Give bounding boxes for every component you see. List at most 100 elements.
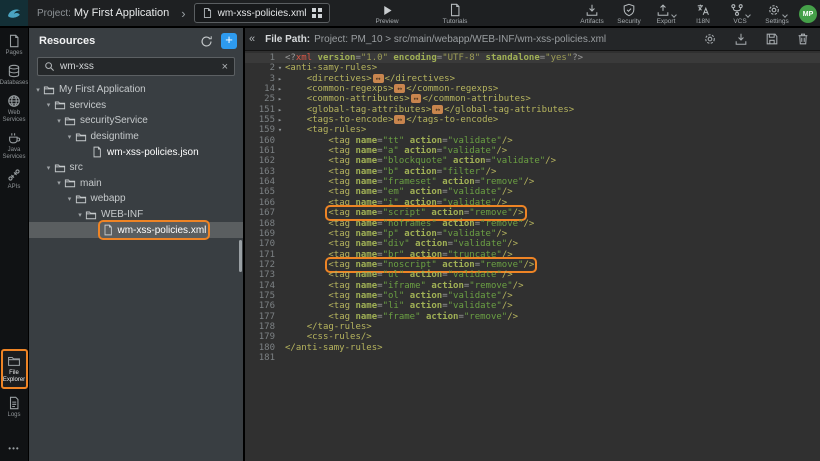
fold-toggle-icon — [275, 239, 285, 249]
topbar-action-tutorials[interactable]: Tutorials — [440, 3, 470, 25]
code-line-161[interactable]: 161 <tag name="a" action="validate"/> — [245, 146, 820, 156]
code-line-176[interactable]: 176 <tag name="li" action="validate"/> — [245, 301, 820, 311]
folded-code-icon[interactable]: ↔ — [411, 94, 422, 103]
code-line-179[interactable]: 179 <css-rules/> — [245, 332, 820, 342]
expand-arrow-icon[interactable]: ▾ — [54, 179, 64, 187]
logs-icon — [7, 396, 21, 410]
code-line-3[interactable]: 3▸ <directives>↔</directives> — [245, 74, 820, 84]
code-line-172[interactable]: 172 <tag name="noscript" action="remove"… — [245, 260, 820, 270]
sidebar-item-file-explorer[interactable]: FileExplorer — [1, 349, 28, 389]
expand-arrow-icon[interactable]: ▾ — [33, 86, 43, 94]
editor-settings-button[interactable] — [703, 32, 717, 46]
expand-arrow-icon[interactable]: ▾ — [54, 117, 64, 125]
line-number: 160 — [245, 136, 275, 146]
code-line-167[interactable]: 167 <tag name="script" action="remove"/> — [245, 208, 820, 218]
add-resource-button[interactable]: + — [221, 33, 237, 49]
code-line-159[interactable]: 159▾ <tag-rules> — [245, 125, 820, 135]
refresh-icon[interactable] — [200, 35, 213, 48]
topbar-action-preview[interactable]: Preview — [372, 4, 402, 25]
code-area[interactable]: 1<?xml version="1.0" encoding="UTF-8" st… — [245, 51, 820, 363]
code-line-2[interactable]: 2▾<anti-samy-rules> — [245, 63, 820, 73]
chevron-down-icon — [745, 12, 751, 18]
line-number: 170 — [245, 239, 275, 249]
folded-code-icon[interactable]: ↔ — [394, 84, 405, 93]
sidebar-item-logs[interactable]: Logs — [1, 396, 28, 419]
tree-item-web-inf[interactable]: ▾WEB-INF — [29, 207, 243, 223]
tree-item-src[interactable]: ▾src — [29, 160, 243, 176]
code-line-175[interactable]: 175 <tag name="ol" action="validate"/> — [245, 291, 820, 301]
sidebar-item-pages[interactable]: Pages — [1, 34, 28, 57]
code-line-160[interactable]: 160 <tag name="tt" action="validate"/> — [245, 136, 820, 146]
editor-download-button[interactable] — [734, 32, 748, 46]
code-line-181[interactable]: 181 — [245, 353, 820, 363]
tab-wm-xss-policies[interactable]: wm-xss-policies.xml — [194, 3, 330, 23]
folded-code-icon[interactable]: ↔ — [394, 115, 405, 124]
editor-delete-button[interactable] — [796, 32, 810, 46]
folded-code-icon[interactable]: ↔ — [432, 105, 443, 114]
search-input[interactable] — [60, 61, 217, 72]
fold-toggle-icon — [275, 229, 285, 239]
folded-code-icon[interactable]: ↔ — [373, 74, 384, 83]
code-line-162[interactable]: 162 <tag name="blockquote" action="valid… — [245, 156, 820, 166]
tree-item-services[interactable]: ▾services — [29, 98, 243, 114]
topbar-action-artifacts[interactable]: Artifacts — [577, 3, 607, 25]
fold-toggle-icon[interactable]: ▸ — [275, 94, 285, 104]
line-number: 14 — [245, 84, 275, 94]
code-line-151[interactable]: 151▸ <global-tag-attributes>↔</global-ta… — [245, 105, 820, 115]
grid-icon[interactable] — [312, 8, 322, 18]
tree-item-webapp[interactable]: ▾webapp — [29, 191, 243, 207]
code-line-174[interactable]: 174 <tag name="iframe" action="remove"/> — [245, 281, 820, 291]
code-line-155[interactable]: 155▸ <tags-to-encode>↔</tags-to-encode> — [245, 115, 820, 125]
wavemaker-logo-icon[interactable] — [0, 0, 28, 26]
sidebar-item-java-services[interactable]: JavaServices — [1, 131, 28, 161]
fold-toggle-icon[interactable]: ▸ — [275, 105, 285, 115]
code-line-165[interactable]: 165 <tag name="em" action="validate"/> — [245, 187, 820, 197]
code-line-168[interactable]: 168 <tag name="noframes" action="remove"… — [245, 219, 820, 229]
editor-save-button[interactable] — [765, 32, 779, 46]
code-line-166[interactable]: 166 <tag name="i" action="validate"/> — [245, 198, 820, 208]
more-options-icon[interactable]: ••• — [8, 444, 19, 453]
fold-toggle-icon[interactable]: ▾ — [275, 125, 285, 135]
expand-arrow-icon[interactable]: ▾ — [44, 164, 54, 172]
topbar-action-export[interactable]: Export — [651, 3, 681, 25]
code-line-163[interactable]: 163 <tag name="b" action="filter"/> — [245, 167, 820, 177]
fold-toggle-icon[interactable]: ▸ — [275, 115, 285, 125]
code-line-170[interactable]: 170 <tag name="div" action="validate"/> — [245, 239, 820, 249]
code-line-164[interactable]: 164 <tag name="frameset" action="remove"… — [245, 177, 820, 187]
clear-search-icon[interactable]: × — [222, 61, 228, 73]
code-line-14[interactable]: 14▸ <common-regexps>↔</common-regexps> — [245, 84, 820, 94]
folder-icon — [75, 131, 87, 143]
collapse-panel-icon[interactable]: « — [249, 33, 255, 45]
expand-arrow-icon[interactable]: ▾ — [65, 195, 75, 203]
expand-arrow-icon[interactable]: ▾ — [75, 211, 85, 219]
code-line-169[interactable]: 169 <tag name="p" action="validate"/> — [245, 229, 820, 239]
code-line-178[interactable]: 178 </tag-rules> — [245, 322, 820, 332]
tree-item-securityservice[interactable]: ▾securityService — [29, 113, 243, 129]
database-icon — [7, 64, 21, 78]
code-line-25[interactable]: 25▸ <common-attributes>↔</common-attribu… — [245, 94, 820, 104]
expand-arrow-icon[interactable]: ▾ — [44, 101, 54, 109]
code-line-171[interactable]: 171 <tag name="br" action="truncate"/> — [245, 250, 820, 260]
code-line-173[interactable]: 173 <tag name="ul" action="validate"/> — [245, 270, 820, 280]
fold-toggle-icon[interactable]: ▾ — [275, 63, 285, 73]
tree-item-my-first-application[interactable]: ▾My First Application — [29, 82, 243, 98]
topbar-action-security[interactable]: Security — [614, 3, 644, 25]
fold-toggle-icon[interactable]: ▸ — [275, 84, 285, 94]
tree-item-designtime[interactable]: ▾designtime — [29, 129, 243, 145]
tree-item-wm-xss-policies-xml[interactable]: wm-xss-policies.xml — [29, 222, 243, 238]
avatar[interactable]: MP — [799, 5, 817, 23]
code-line-177[interactable]: 177 <tag name="frame" action="remove"/> — [245, 312, 820, 322]
tree-item-wm-xss-policies-json[interactable]: wm-xss-policies.json — [29, 144, 243, 160]
expand-arrow-icon[interactable]: ▾ — [65, 133, 75, 141]
code-line-180[interactable]: 180</anti-samy-rules> — [245, 343, 820, 353]
topbar-action-settings[interactable]: Settings — [762, 3, 792, 25]
fold-toggle-icon[interactable]: ▸ — [275, 74, 285, 84]
sidebar-item-web-services[interactable]: WebServices — [1, 94, 28, 124]
tree-item-main[interactable]: ▾main — [29, 176, 243, 192]
code-line-1[interactable]: 1<?xml version="1.0" encoding="UTF-8" st… — [245, 53, 820, 63]
topbar-action-vcs[interactable]: VCS — [725, 3, 755, 25]
topbar-action-i18n[interactable]: I18N — [688, 3, 718, 25]
sidebar-item-databases[interactable]: Databases — [1, 64, 28, 87]
sidebar-item-apis[interactable]: APIs — [1, 168, 28, 191]
resources-scrollbar[interactable] — [239, 240, 242, 272]
